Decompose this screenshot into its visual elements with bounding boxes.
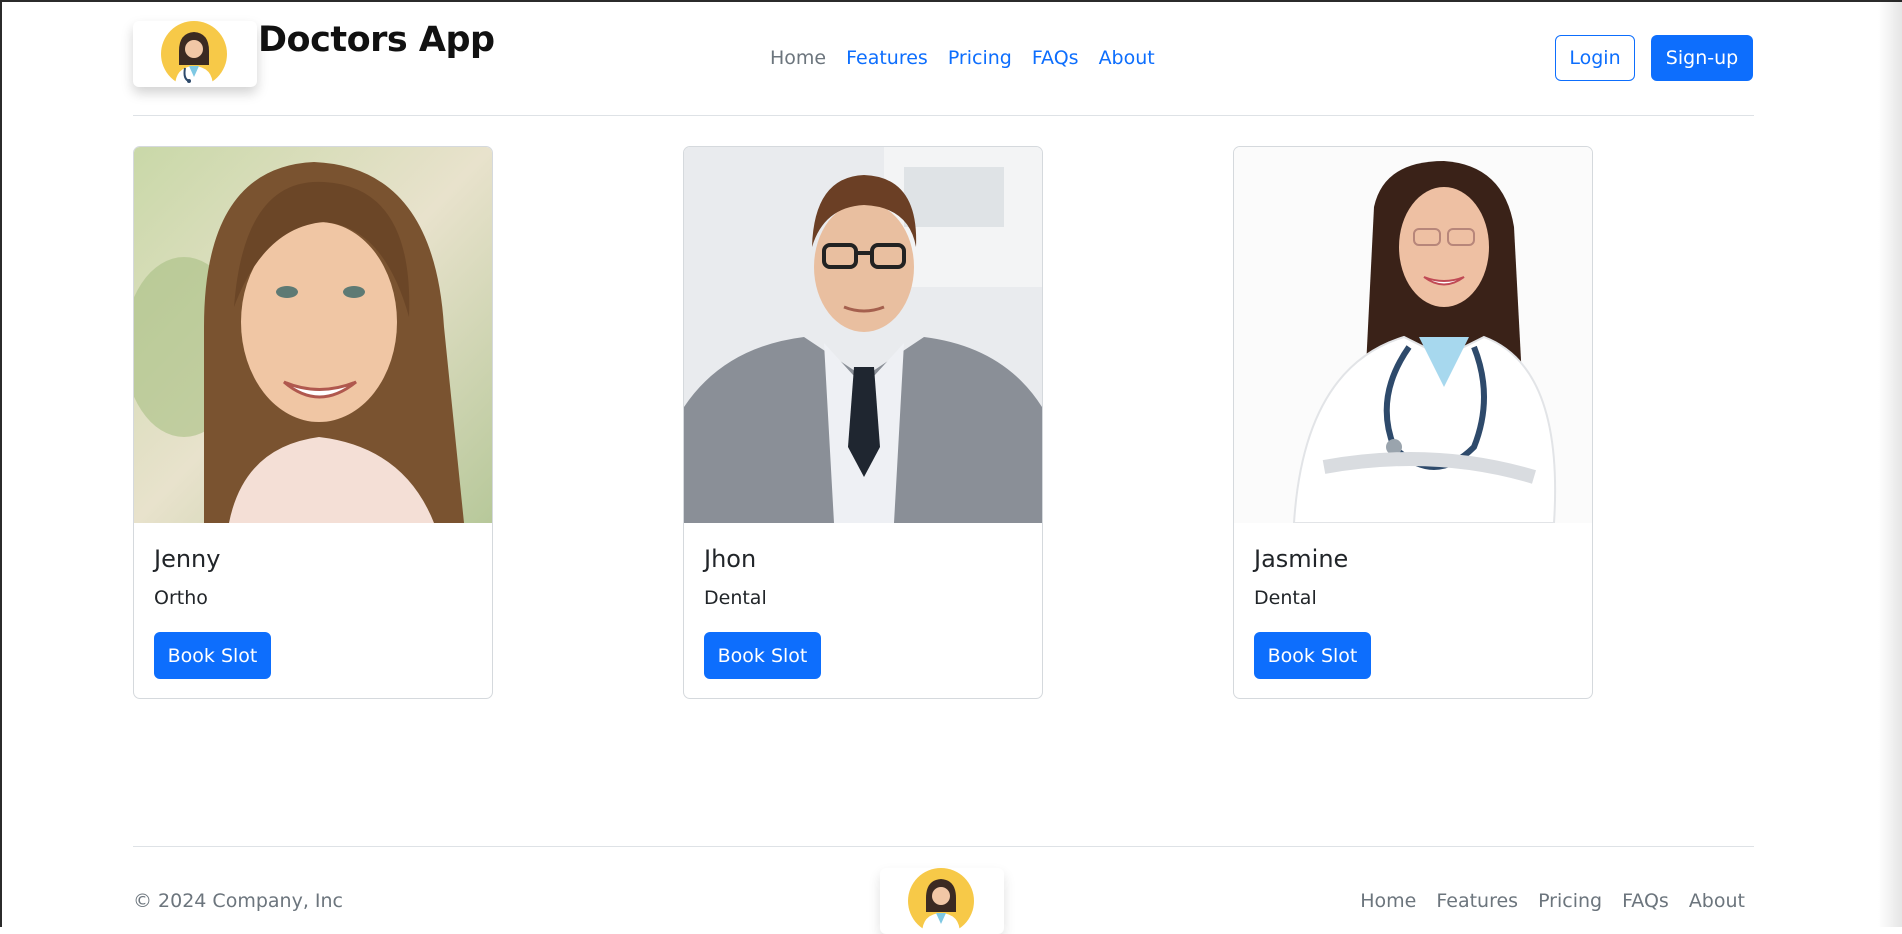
doctor-specialty: Dental bbox=[704, 587, 767, 609]
doctor-name: Jasmine bbox=[1254, 545, 1349, 573]
doctor-card: Jasmine Dental Book Slot bbox=[1233, 146, 1593, 699]
footer-nav-about[interactable]: About bbox=[1679, 890, 1755, 912]
header-divider bbox=[133, 115, 1754, 116]
doctor-name: Jhon bbox=[704, 545, 757, 573]
book-slot-button[interactable]: Book Slot bbox=[704, 632, 821, 679]
book-slot-button[interactable]: Book Slot bbox=[154, 632, 271, 679]
main-nav: Home Features Pricing FAQs About bbox=[760, 46, 1165, 70]
doctor-logo-icon bbox=[908, 868, 974, 934]
footer-nav-features[interactable]: Features bbox=[1426, 890, 1528, 912]
footer-logo[interactable] bbox=[880, 868, 1004, 934]
nav-home[interactable]: Home bbox=[760, 46, 836, 70]
footer-nav: Home Features Pricing FAQs About bbox=[1350, 890, 1755, 912]
footer-nav-pricing[interactable]: Pricing bbox=[1528, 890, 1612, 912]
doctor-photo bbox=[684, 147, 1042, 523]
nav-about[interactable]: About bbox=[1089, 46, 1165, 70]
doctor-specialty: Dental bbox=[1254, 587, 1317, 609]
footer-copyright: © 2024 Company, Inc bbox=[133, 890, 343, 912]
book-slot-button[interactable]: Book Slot bbox=[1254, 632, 1371, 679]
doctor-photo bbox=[134, 147, 492, 523]
doctor-card: Jhon Dental Book Slot bbox=[683, 146, 1043, 699]
nav-pricing[interactable]: Pricing bbox=[938, 46, 1022, 70]
doctor-photo bbox=[1234, 147, 1592, 523]
signup-button[interactable]: Sign-up bbox=[1651, 35, 1753, 81]
doctor-logo-icon bbox=[161, 21, 227, 87]
footer-divider bbox=[133, 846, 1754, 847]
brand-title[interactable]: Doctors App bbox=[258, 20, 495, 60]
header-logo[interactable] bbox=[133, 21, 257, 87]
nav-faqs[interactable]: FAQs bbox=[1022, 46, 1089, 70]
footer-nav-home[interactable]: Home bbox=[1350, 890, 1426, 912]
doctor-name: Jenny bbox=[154, 545, 221, 573]
footer-nav-faqs[interactable]: FAQs bbox=[1612, 890, 1679, 912]
login-button[interactable]: Login bbox=[1555, 35, 1635, 81]
doctor-card: Jenny Ortho Book Slot bbox=[133, 146, 493, 699]
nav-features[interactable]: Features bbox=[836, 46, 938, 70]
doctor-specialty: Ortho bbox=[154, 587, 208, 609]
